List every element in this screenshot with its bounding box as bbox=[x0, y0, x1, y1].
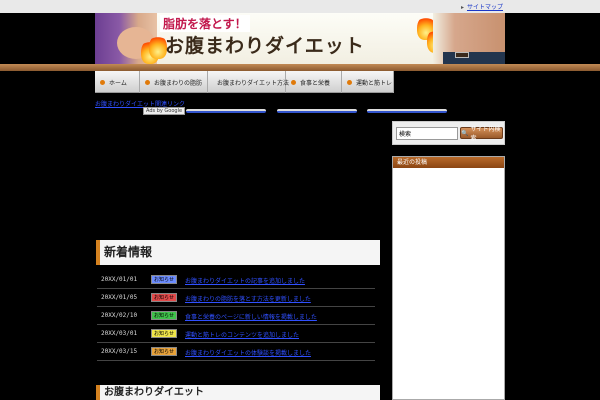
ads-by-google[interactable]: Ads by Google bbox=[143, 107, 186, 115]
bullet-icon bbox=[100, 79, 105, 85]
header-banner[interactable]: 脂肪を落とす！ お腹まわりダイエット bbox=[95, 13, 505, 64]
search-box: 🔍サイト内検索 bbox=[392, 121, 505, 145]
nav-item-method[interactable]: お腹まわりダイエット方法 bbox=[208, 71, 289, 93]
news-date: 20XX/03/15 bbox=[101, 348, 138, 355]
header-stripe bbox=[0, 64, 600, 71]
search-input[interactable] bbox=[396, 127, 458, 140]
news-date: 20XX/02/10 bbox=[101, 312, 138, 319]
news-row: 20XX/01/05 お知らせ お腹まわりの脂肪を落とす方法を更新しました bbox=[97, 289, 375, 307]
news-title-link[interactable]: 食事と栄養のページに新しい情報を掲載しました bbox=[185, 312, 317, 321]
category-badge[interactable]: お知らせ bbox=[151, 293, 177, 302]
news-row: 20XX/01/01 お知らせ お腹まわりダイエットの記事を追加しました bbox=[97, 271, 375, 289]
news-title-link[interactable]: お腹まわりダイエットの体験談を掲載しました bbox=[185, 348, 311, 357]
category-badge[interactable]: お知らせ bbox=[151, 311, 177, 320]
top-bar: サイトマップ bbox=[0, 0, 600, 13]
sidebar-widget-title: 最近の投稿 bbox=[393, 157, 504, 168]
category-badge[interactable]: お知らせ bbox=[151, 347, 177, 356]
sidebar-widget: 最近の投稿 bbox=[392, 156, 505, 400]
bullet-icon bbox=[291, 79, 296, 85]
sitemap-link[interactable]: サイトマップ bbox=[461, 2, 503, 11]
site-title: お腹まわりダイエット bbox=[165, 35, 365, 57]
section-heading: お腹まわりダイエット bbox=[96, 385, 380, 400]
search-icon: 🔍 bbox=[461, 129, 469, 137]
search-button[interactable]: 🔍 サイト内検索 bbox=[460, 126, 503, 142]
nav-item-food[interactable]: 食事と栄養 bbox=[286, 71, 342, 93]
nav-item-exercise[interactable]: 運動と筋トレ bbox=[342, 71, 394, 93]
nav-item-fat[interactable]: お腹まわりの脂肪 bbox=[140, 71, 208, 93]
news-title-link[interactable]: 運動と筋トレのコンテンツを追加しました bbox=[185, 330, 299, 339]
nav-item-home[interactable]: ホーム bbox=[95, 71, 140, 93]
news-title-link[interactable]: お腹まわりダイエットの記事を追加しました bbox=[185, 276, 305, 285]
category-badge[interactable]: お知らせ bbox=[151, 329, 177, 338]
ad-bar[interactable] bbox=[186, 109, 266, 113]
header-tagline: 脂肪を落とす！ bbox=[160, 15, 250, 32]
news-date: 20XX/01/01 bbox=[101, 276, 138, 283]
news-date: 20XX/03/01 bbox=[101, 330, 138, 337]
ad-bar[interactable] bbox=[277, 109, 357, 113]
news-date: 20XX/01/05 bbox=[101, 294, 138, 301]
category-badge[interactable]: お知らせ bbox=[151, 275, 177, 284]
news-heading: 新着情報 bbox=[96, 240, 380, 265]
ad-bar[interactable] bbox=[367, 109, 447, 113]
bullet-icon bbox=[347, 79, 352, 85]
news-row: 20XX/03/01 お知らせ 運動と筋トレのコンテンツを追加しました bbox=[97, 325, 375, 343]
news-title-link[interactable]: お腹まわりの脂肪を落とす方法を更新しました bbox=[185, 294, 311, 303]
main-nav: ホーム お腹まわりの脂肪 お腹まわりダイエット方法 食事と栄養 運動と筋トレ bbox=[95, 71, 394, 93]
belly-image-right bbox=[433, 13, 505, 64]
news-row: 20XX/03/15 お知らせ お腹まわりダイエットの体験談を掲載しました bbox=[97, 343, 375, 361]
bullet-icon bbox=[145, 79, 150, 85]
news-row: 20XX/02/10 お知らせ 食事と栄養のページに新しい情報を掲載しました bbox=[97, 307, 375, 325]
